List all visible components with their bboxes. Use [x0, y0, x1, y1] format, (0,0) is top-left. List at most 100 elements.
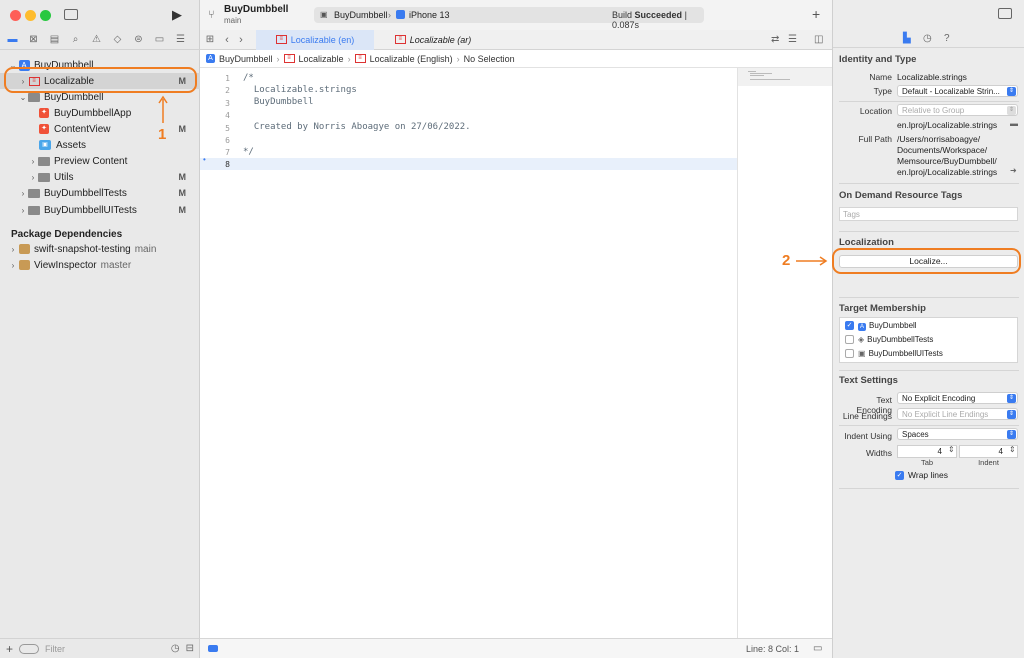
tree-item-package[interactable]: › swift-snapshot-testing main — [0, 241, 200, 257]
swift-file-icon: ✦ — [39, 108, 49, 118]
tree-item-file[interactable]: ✦ BuyDumbbellApp — [0, 105, 200, 121]
file-inspector-icon[interactable]: ▙ — [903, 33, 911, 44]
history-icon[interactable]: ◷ — [923, 33, 932, 44]
close-window-button[interactable] — [10, 10, 21, 21]
tests-icon[interactable]: ◇ — [111, 33, 124, 46]
activity-area[interactable]: ▣ BuyDumbbell › iPhone 13 Build Succeede… — [314, 7, 704, 30]
stepper-icon[interactable]: ⇕ — [948, 445, 955, 454]
indent-using-dropdown[interactable]: Spaces ⇕ — [897, 428, 1018, 440]
breakpoint-toggle-icon[interactable] — [208, 645, 218, 652]
breadcrumb-item[interactable]: Localizable — [299, 54, 344, 64]
debug-icon[interactable]: ⊜ — [132, 33, 145, 46]
line-number: 5 — [225, 124, 230, 133]
divider — [839, 488, 1019, 489]
chevron-right-icon[interactable]: › — [18, 189, 28, 198]
chevron-updown-icon: ⇕ — [1007, 87, 1016, 96]
chevron-right-icon[interactable]: › — [8, 245, 18, 254]
source-control-icon[interactable]: ⊠ — [27, 33, 40, 46]
text-encoding-dropdown[interactable]: No Explicit Encoding ⇕ — [897, 392, 1018, 404]
divider — [839, 101, 1019, 102]
wrap-lines-row[interactable]: ✓ Wrap lines — [895, 470, 948, 481]
minimap[interactable] — [737, 68, 833, 638]
location-dropdown[interactable]: Relative to Group ⇕ — [897, 104, 1018, 116]
target-row[interactable]: ✓ A BuyDumbbell — [845, 321, 917, 331]
run-icon[interactable]: ▶ — [172, 7, 182, 23]
package-dependencies-header: Package Dependencies — [11, 229, 123, 240]
breakpoints-icon[interactable]: ▭ — [153, 33, 166, 46]
folder-icon[interactable]: ▬ — [1010, 119, 1018, 128]
reveal-in-finder-icon[interactable]: ➜ — [1010, 166, 1017, 175]
target-row[interactable]: ▣ BuyDumbbellUITests — [845, 349, 943, 359]
device-selector[interactable]: iPhone 13 — [409, 10, 450, 20]
tab-localizable-ar[interactable]: ≡ Localizable (ar) — [374, 30, 492, 50]
chevron-updown-icon: ⇕ — [1007, 430, 1016, 439]
chevron-right-icon[interactable]: › — [18, 206, 28, 215]
editor-options-icon[interactable]: ☰ — [788, 34, 797, 45]
tree-item-package[interactable]: › ViewInspector master — [0, 257, 200, 273]
chevron-down-icon[interactable]: ⌄ — [18, 93, 28, 102]
tree-item-group[interactable]: › BuyDumbbellTests M — [0, 185, 200, 201]
strings-file-icon: ≡ — [283, 54, 295, 63]
divider — [839, 183, 1019, 184]
swap-icon[interactable]: ⇄ — [771, 34, 779, 45]
code-line[interactable]: /* — [243, 73, 254, 83]
scheme-selector[interactable]: BuyDumbbell — [334, 10, 388, 20]
debug-area-toggle-icon[interactable]: ▭ — [813, 643, 822, 654]
checkbox-unchecked[interactable] — [845, 335, 854, 345]
device-icon — [396, 10, 405, 19]
filter-options-icon[interactable] — [19, 643, 40, 654]
source-control-filter-icon[interactable]: ⊟ — [186, 643, 194, 654]
tree-item-file[interactable]: ▣ Assets — [0, 137, 200, 153]
breadcrumb-item[interactable]: No Selection — [464, 54, 515, 64]
recent-files-icon[interactable]: ◷ — [171, 643, 180, 654]
issues-icon[interactable]: ⚠ — [90, 33, 103, 46]
tree-item-group[interactable]: › Utils M — [0, 169, 200, 185]
modified-badge: M — [178, 172, 187, 182]
tree-item-group[interactable]: › BuyDumbbellUITests M — [0, 202, 200, 218]
add-icon[interactable]: + — [6, 642, 13, 656]
tree-item-file[interactable]: ✦ ContentView M — [0, 121, 200, 137]
stepper-icon[interactable]: ⇕ — [1009, 445, 1016, 454]
inspector-toggle-icon[interactable] — [998, 8, 1012, 19]
code-line[interactable]: Localizable.strings — [243, 85, 357, 95]
line-endings-dropdown[interactable]: No Explicit Line Endings ⇕ — [897, 408, 1018, 420]
title-bar: ⑂ BuyDumbbell main ▣ BuyDumbbell › iPhon… — [200, 0, 832, 30]
search-icon[interactable]: ⌕ — [69, 33, 82, 46]
tags-field[interactable]: Tags — [839, 207, 1018, 221]
back-icon[interactable]: ‹ — [220, 34, 234, 46]
chevron-right-icon[interactable]: › — [28, 173, 38, 182]
modified-badge: M — [178, 205, 187, 215]
type-dropdown[interactable]: Default - Localizable Strin... ⇕ — [897, 85, 1018, 97]
editor-status-bar: Line: 8 Col: 1 ▭ — [200, 638, 832, 658]
tree-item-group[interactable]: › Preview Content — [0, 153, 200, 169]
help-icon[interactable]: ? — [944, 33, 950, 44]
code-line[interactable]: BuyDumbbell — [243, 97, 314, 107]
tab-localizable-en[interactable]: ≡ Localizable (en) — [256, 29, 374, 50]
breadcrumb-item[interactable]: Localizable (English) — [370, 54, 453, 64]
target-row[interactable]: ◈ BuyDumbbellTests — [845, 335, 933, 345]
zoom-window-button[interactable] — [40, 10, 51, 21]
code-line[interactable]: Created by Norris Aboagye on 27/06/2022. — [243, 122, 471, 132]
code-line[interactable]: */ — [243, 147, 254, 157]
checkbox-checked[interactable]: ✓ — [845, 321, 854, 331]
add-icon[interactable]: + — [812, 6, 820, 22]
symbols-icon[interactable]: ▤ — [48, 33, 61, 46]
split-editor-icon[interactable]: ◫ — [814, 34, 823, 45]
checkbox-checked[interactable]: ✓ — [895, 471, 904, 481]
breadcrumb-item[interactable]: BuyDumbbell — [219, 54, 273, 64]
name-value[interactable]: Localizable.strings — [897, 72, 967, 82]
grid-icon[interactable]: ⊞ — [200, 34, 220, 45]
chevron-right-icon[interactable]: › — [8, 261, 18, 270]
minimize-window-button[interactable] — [25, 10, 36, 21]
reports-icon[interactable]: ☰ — [174, 33, 187, 46]
indent-using-value: Spaces — [902, 429, 929, 439]
breadcrumb: A BuyDumbbell › ≡ Localizable › ≡ Locali… — [200, 50, 832, 68]
sidebar-toggle-icon[interactable] — [64, 9, 78, 20]
tree-item-label: BuyDumbbellUITests — [44, 204, 137, 216]
forward-icon[interactable]: › — [234, 34, 248, 46]
chevron-right-icon[interactable]: › — [28, 157, 38, 166]
checkbox-unchecked[interactable] — [845, 349, 854, 359]
cursor-position: Line: 8 Col: 1 — [746, 644, 800, 654]
folder-icon[interactable]: ▬ — [6, 33, 19, 46]
filter-input[interactable]: Filter — [45, 644, 165, 654]
